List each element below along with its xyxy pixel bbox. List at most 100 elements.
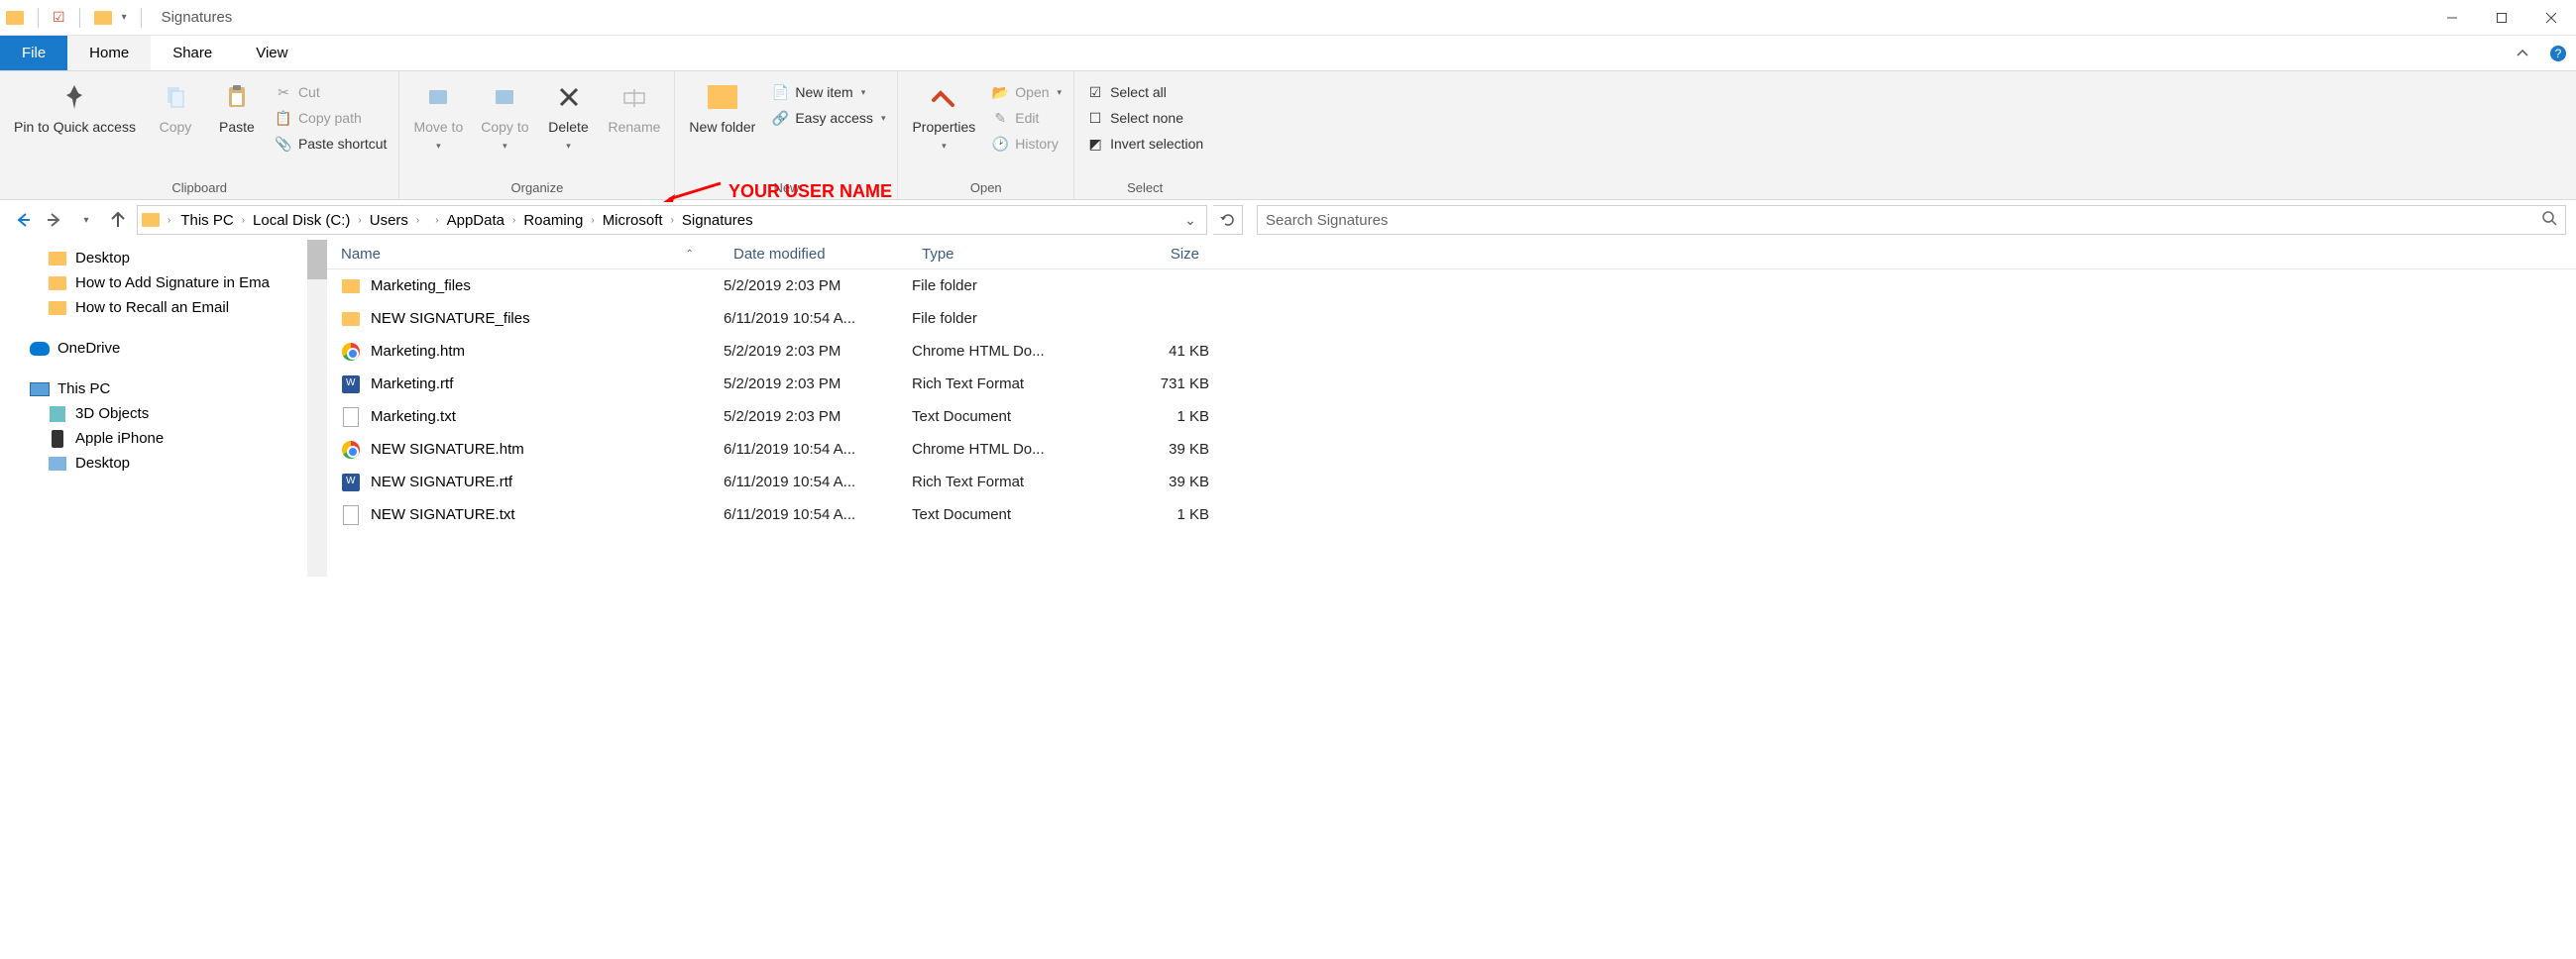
file-type: Rich Text Format	[912, 474, 1100, 490]
file-name: NEW SIGNATURE.htm	[371, 441, 524, 458]
invert-selection-button[interactable]: ◩Invert selection	[1082, 133, 1207, 155]
content-area: Desktop How to Add Signature in Ema How to…	[0, 240, 2576, 577]
breadcrumb-caret[interactable]: ›	[240, 215, 247, 226]
sidebar-item[interactable]: 3D Objects	[0, 401, 327, 426]
breadcrumb-segment[interactable]: Local Disk (C:)	[247, 212, 356, 229]
titlebar: ☑ ▾ Signatures	[0, 0, 2576, 36]
sidebar-item[interactable]: How to Recall an Email	[0, 295, 327, 320]
delete-button[interactable]: Delete ▾	[541, 75, 597, 156]
properties-label: Properties	[912, 119, 975, 135]
address-folder-icon	[142, 213, 160, 227]
help-button[interactable]: ?	[2540, 36, 2576, 70]
file-date: 5/2/2019 2:03 PM	[724, 408, 912, 425]
tab-home[interactable]: Home	[67, 36, 151, 70]
sidebar-item[interactable]: This PC	[0, 376, 327, 401]
tab-view[interactable]: View	[234, 36, 309, 70]
back-button[interactable]	[10, 207, 36, 233]
history-button[interactable]: 🕑History	[987, 133, 1065, 155]
recent-dropdown[interactable]: ▾	[73, 207, 99, 233]
copy-path-button[interactable]: 📋Copy path	[271, 107, 392, 129]
breadcrumb-segment[interactable]: Microsoft	[597, 212, 669, 229]
sidebar-item[interactable]: OneDrive	[0, 336, 327, 361]
breadcrumb-segment[interactable]: Roaming	[517, 212, 589, 229]
column-date[interactable]: Date modified	[724, 246, 912, 263]
breadcrumb-segment[interactable]: Users	[364, 212, 414, 229]
maximize-button[interactable]	[2477, 0, 2526, 36]
breadcrumb-segment[interactable]: Signatures	[676, 212, 759, 229]
column-type[interactable]: Type	[912, 246, 1100, 263]
sidebar-item[interactable]: Desktop	[0, 451, 327, 476]
copy-to-button[interactable]: Copy to ▾	[475, 75, 534, 156]
column-name[interactable]: Name ⌃	[327, 246, 724, 263]
file-row[interactable]: NEW SIGNATURE.htm6/11/2019 10:54 A...Chr…	[327, 433, 2576, 466]
open-button[interactable]: 📂Open▾	[987, 81, 1065, 103]
sidebar-item-label: How to Add Signature in Ema	[75, 274, 270, 291]
group-clipboard: Pin to Quick access Copy Paste ✂Cut 📋Cop…	[0, 71, 399, 199]
breadcrumb-caret[interactable]: ›	[510, 215, 517, 226]
file-size: 1 KB	[1100, 506, 1209, 523]
file-row[interactable]: Marketing.htm5/2/2019 2:03 PMChrome HTML…	[327, 335, 2576, 368]
qat-folder-icon[interactable]	[94, 11, 112, 25]
file-row[interactable]: Marketing.txt5/2/2019 2:03 PMText Docume…	[327, 400, 2576, 433]
qat-properties-icon[interactable]: ☑	[53, 9, 65, 26]
file-row[interactable]: NEW SIGNATURE.txt6/11/2019 10:54 A...Tex…	[327, 498, 2576, 531]
breadcrumb-caret[interactable]: ›	[414, 215, 421, 226]
minimize-button[interactable]	[2427, 0, 2477, 36]
breadcrumb-caret[interactable]: ›	[669, 215, 676, 226]
file-row[interactable]: NEW SIGNATURE.rtf6/11/2019 10:54 A...Ric…	[327, 466, 2576, 498]
breadcrumb-segment[interactable]: This PC	[174, 212, 239, 229]
collapse-ribbon-icon[interactable]	[2505, 36, 2540, 70]
file-date: 6/11/2019 10:54 A...	[724, 310, 912, 327]
column-size[interactable]: Size	[1100, 246, 1209, 263]
dropdown-icon: ▾	[1058, 87, 1063, 98]
paste-icon	[219, 79, 255, 115]
address-bar[interactable]: YOUR USER NAME › This PC›Local Disk (C:)…	[137, 205, 1207, 235]
breadcrumb-caret[interactable]: ›	[589, 215, 596, 226]
breadcrumb-caret[interactable]: ›	[433, 215, 440, 226]
file-row[interactable]: Marketing.rtf5/2/2019 2:03 PMRich Text F…	[327, 368, 2576, 400]
breadcrumb-caret[interactable]: ›	[166, 215, 172, 226]
cut-button[interactable]: ✂Cut	[271, 81, 392, 103]
address-dropdown-icon[interactable]: ⌄	[1178, 212, 1202, 229]
move-to-button[interactable]: Move to ▾	[407, 75, 469, 156]
tab-share[interactable]: Share	[151, 36, 234, 70]
sidebar-item[interactable]: How to Add Signature in Ema	[0, 270, 327, 295]
rename-button[interactable]: Rename	[603, 75, 667, 139]
breadcrumb-caret[interactable]: ›	[356, 215, 363, 226]
scrollbar-thumb[interactable]	[307, 240, 327, 279]
properties-button[interactable]: Properties ▾	[906, 75, 981, 156]
select-all-button[interactable]: ☑Select all	[1082, 81, 1207, 103]
select-none-button[interactable]: ☐Select none	[1082, 107, 1207, 129]
paste-button[interactable]: Paste	[209, 75, 265, 139]
sidebar-item[interactable]: Apple iPhone	[0, 426, 327, 451]
paste-shortcut-icon: 📎	[275, 135, 292, 153]
sidebar-item-label: Desktop	[75, 455, 130, 472]
forward-button[interactable]	[42, 207, 67, 233]
search-box[interactable]: Search Signatures	[1257, 205, 2566, 235]
sort-asc-icon: ⌃	[686, 249, 694, 260]
up-button[interactable]	[105, 207, 131, 233]
new-item-button[interactable]: 📄New item▾	[767, 81, 889, 103]
pin-to-quick-access-button[interactable]: Pin to Quick access	[8, 75, 142, 139]
file-row[interactable]: Marketing_files5/2/2019 2:03 PMFile fold…	[327, 269, 2576, 302]
paste-shortcut-label: Paste shortcut	[298, 136, 388, 152]
group-select-label: Select	[1082, 178, 1207, 199]
paste-shortcut-button[interactable]: 📎 Paste shortcut	[271, 133, 392, 155]
refresh-button[interactable]	[1213, 205, 1243, 235]
new-folder-button[interactable]: New folder	[683, 75, 761, 139]
cut-label: Cut	[298, 84, 320, 100]
edit-button[interactable]: ✎Edit	[987, 107, 1065, 129]
close-button[interactable]	[2526, 0, 2576, 36]
folder-icon	[341, 309, 361, 329]
column-name-label: Name	[341, 246, 381, 263]
sidebar-scrollbar[interactable]	[307, 240, 327, 577]
qat-dropdown-icon[interactable]: ▾	[122, 12, 127, 23]
file-size: 41 KB	[1100, 343, 1209, 360]
breadcrumb-segment[interactable]: AppData	[441, 212, 510, 229]
copy-button[interactable]: Copy	[148, 75, 203, 139]
file-row[interactable]: NEW SIGNATURE_files6/11/2019 10:54 A...F…	[327, 302, 2576, 335]
tab-file[interactable]: File	[0, 36, 67, 70]
sidebar-item[interactable]: Desktop	[0, 246, 327, 270]
new-item-label: New item	[795, 84, 852, 100]
easy-access-button[interactable]: 🔗Easy access▾	[767, 107, 889, 129]
